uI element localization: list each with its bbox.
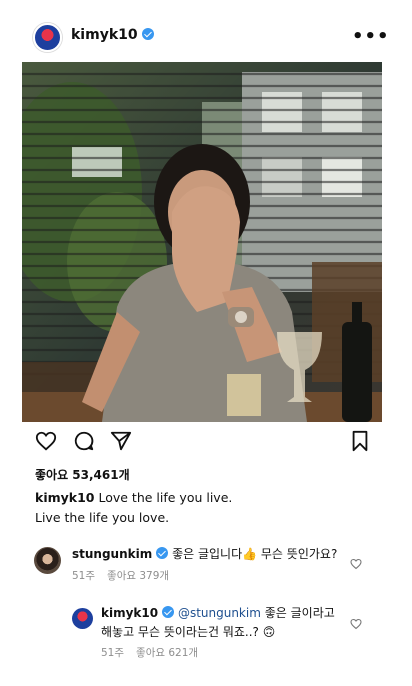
reply-body-1: 좋은 글이라고 <box>260 606 335 620</box>
caption-text-1: Love the life you live. <box>98 490 233 505</box>
username-text[interactable]: kimyk10 <box>71 27 138 43</box>
caption-line-2: Live the life you love. <box>35 510 170 525</box>
likes-count[interactable]: 좋아요 53,461개 <box>35 466 130 483</box>
reply-text: kimyk10 @stungunkim 좋은 글이라고 해놓고 무슨 뜻이라는건… <box>101 604 335 642</box>
send-icon[interactable] <box>110 430 132 452</box>
reply-likes[interactable]: 좋아요 621개 <box>136 647 198 659</box>
reply-meta: 51주 좋아요 621개 <box>101 645 198 660</box>
post-actions <box>0 430 412 460</box>
reply-like-icon[interactable] <box>350 618 362 630</box>
post-username[interactable]: kimyk10 <box>71 27 154 43</box>
commenter-avatar[interactable] <box>34 547 61 574</box>
caption-username[interactable]: kimyk10 <box>35 490 94 505</box>
post-header: kimyk10 ••• <box>0 0 412 62</box>
verified-badge-icon <box>156 547 169 559</box>
verified-badge-icon <box>162 606 175 618</box>
reply-time: 51주 <box>101 647 125 659</box>
reply-mention[interactable]: @stungunkim <box>178 606 261 620</box>
reply-line-1: kimyk10 @stungunkim 좋은 글이라고 <box>101 604 335 623</box>
avatar[interactable] <box>33 23 62 52</box>
photo-image <box>22 62 382 422</box>
comment-body: 좋은 글입니다👍 무슨 뜻인가요? <box>172 547 338 561</box>
verified-badge-icon <box>141 28 154 40</box>
reply-username[interactable]: kimyk10 <box>101 606 158 620</box>
comment-icon[interactable] <box>73 430 95 452</box>
comment-time: 51주 <box>72 570 96 582</box>
bookmark-icon[interactable] <box>350 430 370 452</box>
heart-icon[interactable] <box>35 430 57 452</box>
comment-likes[interactable]: 좋아요 379개 <box>107 570 169 582</box>
comment-like-icon[interactable] <box>350 558 362 570</box>
more-options-button[interactable]: ••• <box>352 26 390 47</box>
post-photo[interactable] <box>22 62 382 422</box>
comment-meta: 51주 좋아요 379개 <box>72 568 169 583</box>
reply-body-2: 해놓고 무슨 뜻이라는건 뭐죠..? 🙃 <box>101 625 276 639</box>
post-caption: kimyk10 Love the life you live. Live the… <box>35 488 385 528</box>
comment-text: stungunkim 좋은 글입니다👍 무슨 뜻인가요? <box>72 545 337 564</box>
caption-line-1: kimyk10 Love the life you live. <box>35 488 385 508</box>
comment-username[interactable]: stungunkim <box>72 547 152 561</box>
reply-avatar[interactable] <box>72 608 93 629</box>
